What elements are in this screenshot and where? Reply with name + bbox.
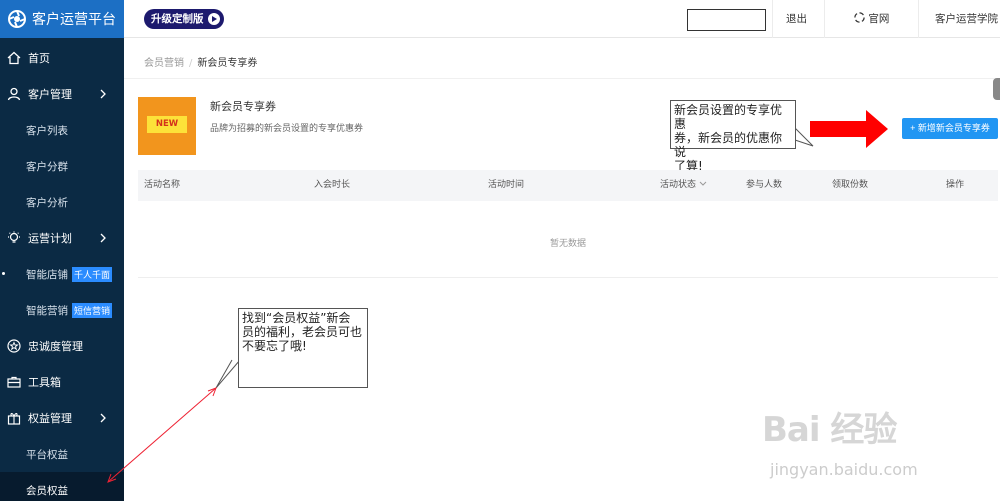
- chevron-down-icon: [699, 181, 707, 186]
- brand-header[interactable]: 客户运营平台: [0, 0, 124, 38]
- new-ticket: NEW: [147, 116, 187, 133]
- compass-icon: [854, 12, 865, 23]
- sidebar-item-label: 权益管理: [28, 412, 72, 425]
- sidebar-item-customer-list[interactable]: 客户列表: [0, 112, 124, 148]
- table-header: 活动名称 入会时长 活动时间 活动状态 参与人数 领取份数 操作: [138, 170, 998, 201]
- card-title: 新会员专享券: [210, 100, 276, 113]
- sidebar-item-label: 忠诚度管理: [28, 340, 83, 353]
- sidebar-item-smart-marketing[interactable]: 智能营销 短信营销: [0, 292, 124, 328]
- sidebar-item-customer-mgmt[interactable]: 客户管理: [0, 76, 124, 112]
- divider: [124, 78, 1000, 79]
- coupon-image: NEW: [138, 97, 196, 155]
- callout-line: 券，新会员的优惠你说: [674, 131, 783, 159]
- table-empty-state: 暂无数据: [138, 201, 998, 278]
- upgrade-button[interactable]: 升级定制版: [144, 9, 224, 29]
- empty-text: 暂无数据: [549, 239, 586, 249]
- column-header: 领取份数: [832, 180, 869, 190]
- academy-link[interactable]: 客户运营学院: [935, 0, 998, 38]
- callout-top: 新会员设置的专享优惠 券，新会员的优惠你说 了算!: [670, 100, 796, 173]
- sidebar-item-label: 客户管理: [28, 88, 72, 101]
- highlight-box: [687, 9, 766, 31]
- sidebar-item-home[interactable]: 首页: [0, 40, 124, 76]
- sidebar-item-label: 智能店铺: [26, 268, 68, 281]
- sidebar-item-label: 智能营销: [26, 304, 68, 317]
- divider: [772, 0, 773, 38]
- play-icon: [207, 13, 220, 25]
- watermark-url: jingyan.baidu.com: [770, 460, 918, 479]
- chevron-right-icon: [100, 233, 106, 243]
- breadcrumb-parent[interactable]: 会员营销: [144, 58, 184, 69]
- divider: [918, 0, 919, 38]
- callout-line: 找到“会员权益”新会: [242, 311, 351, 325]
- sidebar-item-smart-store[interactable]: 智能店铺 千人千面: [0, 256, 124, 292]
- column-header: 活动时间: [488, 180, 525, 190]
- sidebar-item-label: 首页: [28, 52, 50, 65]
- callout-bottom: 找到“会员权益”新会 员的福利，老会员可也 不要忘了哦!: [238, 308, 368, 388]
- add-coupon-button[interactable]: + 新增新会员专享券: [902, 118, 998, 139]
- sidebar-item-customer-analysis[interactable]: 客户分析: [0, 184, 124, 220]
- toolbox-icon: [6, 374, 22, 390]
- breadcrumb-current: 新会员专享券: [197, 58, 258, 69]
- breadcrumb-separator: /: [189, 58, 193, 69]
- baidu-watermark: Bai 经验 jingyan.baidu.com: [762, 384, 1000, 501]
- annotation-arrow-line: [107, 387, 217, 483]
- red-arrow-icon: [810, 110, 888, 148]
- column-header-label: 活动状态: [660, 180, 697, 190]
- card-description: 品牌为招募的新会员设置的专享优惠券: [210, 124, 364, 134]
- scrollbar-handle[interactable]: [993, 78, 1000, 100]
- sidebar-item-label: 工具箱: [28, 376, 61, 389]
- lightbulb-icon: [6, 230, 22, 246]
- callout-line: 不要忘了哦!: [242, 339, 307, 353]
- callout-line: 员的福利，老会员可也: [242, 325, 363, 339]
- sidebar-item-label: 运营计划: [28, 232, 72, 245]
- column-header: 活动名称: [144, 180, 181, 190]
- top-bar: 升级定制版 退出 官网 客户运营学院: [124, 0, 1000, 38]
- divider: [824, 0, 825, 38]
- chevron-right-icon: [100, 89, 106, 99]
- upgrade-label: 升级定制版: [151, 13, 204, 25]
- loyalty-icon: [6, 338, 22, 354]
- column-header: 参与人数: [746, 180, 783, 190]
- sidebar-item-ops-plan[interactable]: 运营计划: [0, 220, 124, 256]
- logo-icon: [8, 10, 26, 28]
- sidebar-item-loyalty[interactable]: 忠诚度管理: [0, 328, 124, 364]
- callout-line: 新会员设置的专享优惠: [674, 103, 783, 131]
- feature-tag: 千人千面: [72, 266, 113, 282]
- page-root: 客户运营平台 首页 客户管理 客户列表 客户分群 客户分析 运营计划 智能店铺 …: [0, 0, 1000, 501]
- home-icon: [6, 50, 22, 66]
- feature-tag: 短信营销: [72, 302, 113, 318]
- gift-icon: [6, 410, 22, 426]
- column-header-sortable[interactable]: 活动状态: [660, 170, 707, 201]
- column-header: 入会时长: [314, 180, 351, 190]
- app-title: 客户运营平台: [32, 12, 116, 28]
- watermark-brand: Bai 经验: [762, 410, 897, 450]
- breadcrumb: 会员营销 / 新会员专享券: [144, 54, 257, 69]
- official-site-link[interactable]: 官网: [854, 0, 889, 38]
- logout-link[interactable]: 退出: [786, 0, 807, 38]
- official-site-label: 官网: [868, 13, 890, 25]
- user-icon: [6, 86, 22, 102]
- sidebar-item-customer-group[interactable]: 客户分群: [0, 148, 124, 184]
- column-header: 操作: [946, 180, 965, 190]
